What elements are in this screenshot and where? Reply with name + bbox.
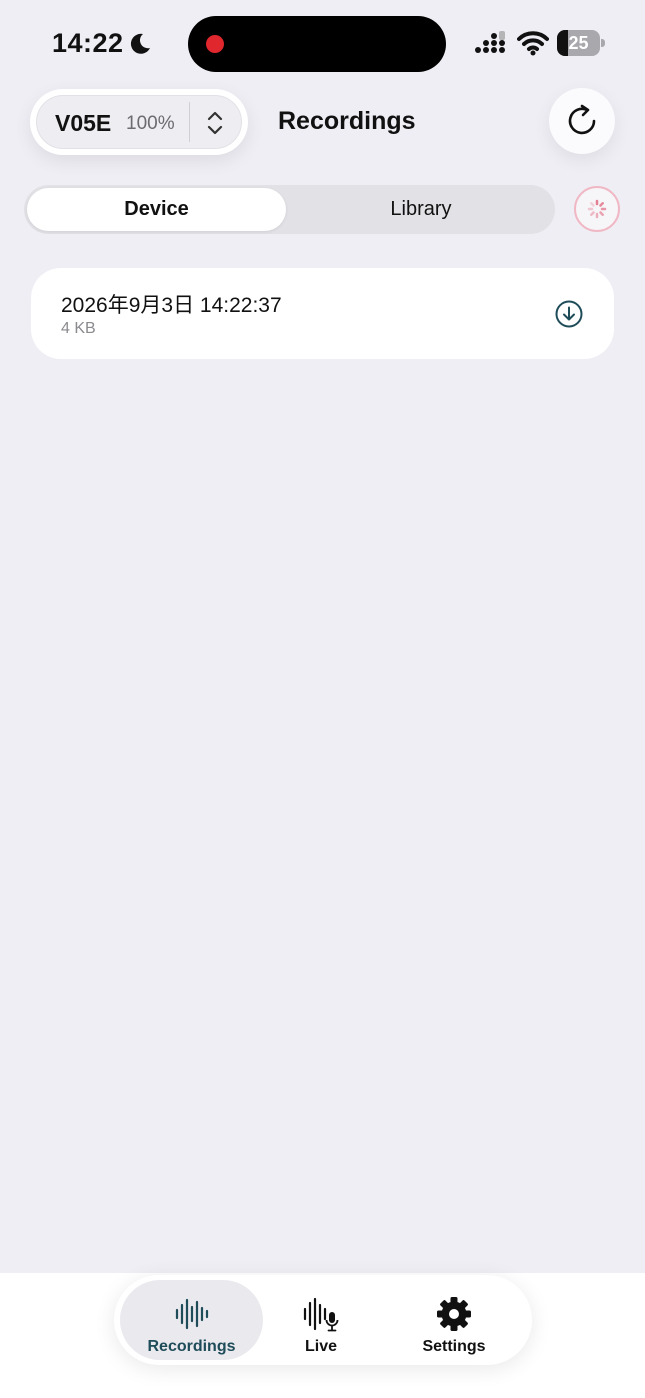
tab-settings[interactable]: Settings	[386, 1280, 522, 1360]
status-bar: 14:22 25	[0, 0, 645, 88]
status-time: 14:22	[52, 28, 124, 58]
waveform-mic-icon	[303, 1297, 339, 1332]
page-title: Recordings	[278, 107, 416, 135]
segment-library[interactable]: Library	[291, 188, 551, 231]
divider	[189, 102, 190, 142]
device-battery: 100%	[126, 113, 175, 134]
recording-size: 4 KB	[61, 320, 96, 337]
recording-item[interactable]: 2026年9月3日 14:22:37 4 KB	[31, 268, 614, 359]
tab-label-recordings: Recordings	[147, 1338, 236, 1355]
download-icon[interactable]	[554, 299, 584, 329]
dynamic-island	[188, 16, 446, 72]
tab-live[interactable]: Live	[266, 1280, 376, 1360]
recording-indicator	[206, 35, 224, 53]
loading-spinner-icon[interactable]	[573, 185, 621, 233]
moon-icon	[130, 33, 150, 54]
tab-label-settings: Settings	[422, 1338, 486, 1355]
device-selector[interactable]: V05E 100%	[30, 89, 248, 155]
tab-label-live: Live	[304, 1338, 337, 1355]
tab-recordings[interactable]: Recordings	[120, 1280, 263, 1360]
chevron-updown-icon[interactable]	[205, 109, 225, 137]
refresh-button[interactable]	[549, 88, 615, 154]
device-name: V05E	[55, 110, 112, 136]
battery-icon: 25	[557, 30, 605, 56]
source-segmented-control: Device Library	[24, 185, 555, 234]
tab-bar: Recordings Live Settings	[114, 1275, 532, 1365]
segment-device[interactable]: Device	[27, 188, 286, 231]
refresh-icon	[568, 104, 596, 135]
recording-title: 2026年9月3日 14:22:37	[61, 294, 282, 317]
wifi-icon	[517, 31, 549, 56]
waveform-icon	[175, 1298, 208, 1330]
battery-level: 25	[568, 33, 589, 53]
signal-icon	[475, 31, 505, 53]
gear-icon	[437, 1297, 471, 1331]
